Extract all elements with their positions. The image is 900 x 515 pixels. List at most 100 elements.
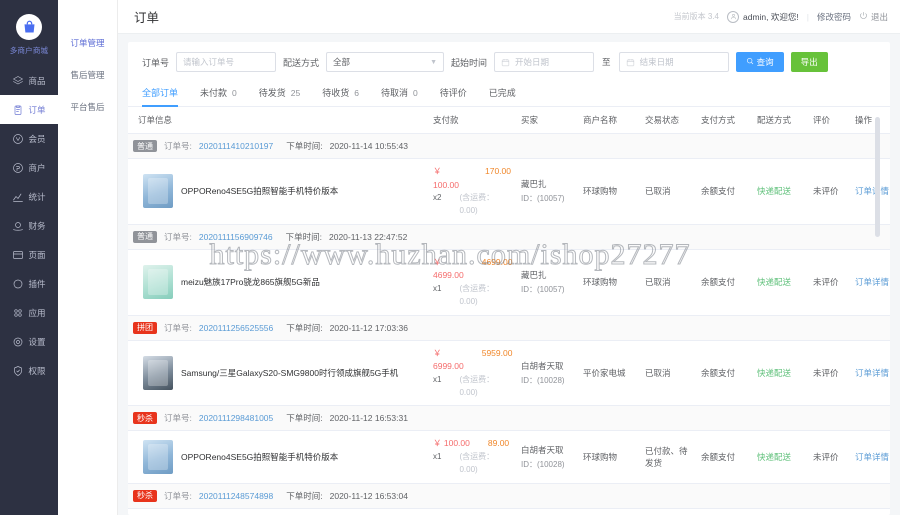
cell-ship-type: 快递配送	[752, 508, 808, 515]
order-detail-link[interactable]: 订单详情	[855, 186, 889, 196]
cell-pay-type: 余额支付	[696, 508, 752, 515]
cell-pay-type: 余额支付	[696, 430, 752, 484]
filter-bar: 订单号 请输入订单号 配送方式 全部 ▼ 起始时间 开始日期 至 结束日期 查询…	[128, 42, 890, 80]
end-date-input[interactable]: 结束日期	[618, 52, 729, 72]
order-type-badge: 普通	[133, 140, 157, 152]
column-header-8: 评价	[808, 107, 850, 134]
tab-5[interactable]: 待取消 0	[381, 82, 418, 106]
sidebar-item-label: 订单	[28, 104, 46, 115]
search-button[interactable]: 查询	[735, 52, 784, 72]
brand[interactable]: 多商户商城	[10, 8, 49, 66]
topbar: 订单 当前版本 3.4 admin, 欢迎您! | 修改密码 退出	[118, 0, 900, 34]
order-type-badge: 秒杀	[133, 412, 157, 425]
sidebar-item-7[interactable]: 页面	[0, 240, 58, 269]
order-header-row: 拼团 订单号: 2020111256525556 下单时间: 2020-11-12 17…	[128, 315, 890, 341]
sidebar-item-6[interactable]: 财务	[0, 211, 58, 240]
tab-3[interactable]: 待发货 25	[259, 82, 300, 106]
search-icon	[746, 57, 754, 67]
cell-order-info: OPPOReno4SE5G拍照智能手机特价版本	[128, 430, 428, 484]
cell-trade-status: 已取消	[640, 340, 696, 407]
sidebar-item-label: 会员	[28, 133, 46, 144]
cell-pay-type: 余额支付	[696, 340, 752, 407]
tab-count: 0	[413, 87, 418, 98]
tab-count: 6	[354, 87, 359, 98]
order-management-page: 多商户商城 商品订单会员商户 统计 财务页面插件应用 设置 权限 订单管理售后管理平台售…	[0, 0, 900, 515]
export-button[interactable]: 导出	[790, 52, 828, 72]
order-detail-link[interactable]: 订单详情	[855, 452, 889, 462]
order-detail-link[interactable]: 订单详情	[855, 277, 889, 287]
tab-count: 0	[232, 87, 237, 98]
order-type-badge: 普通	[133, 230, 157, 243]
tab-label: 未付款	[200, 88, 228, 98]
logout-button[interactable]: 退出	[859, 11, 888, 23]
quantity: x1	[433, 283, 442, 293]
order-no-label: 订单号	[142, 57, 170, 68]
submenu-item-2[interactable]: 售后管理	[58, 62, 117, 88]
chevron-down-icon: ▼	[430, 58, 438, 66]
order-no-value[interactable]: 2020111248574898	[199, 491, 273, 501]
product-name: meizu魅族17Pro骁龙865旗舰5G新品	[181, 277, 320, 288]
sidebar-item-9[interactable]: 应用	[0, 298, 58, 327]
total-price: 170.00	[485, 166, 511, 176]
column-header-3: 买家	[516, 107, 578, 134]
sidebar-item-label: 页面	[28, 249, 46, 260]
brand-name: 多商户商城	[9, 46, 49, 55]
sidebar-item-1[interactable]: 商品	[0, 66, 58, 95]
unit-price: ￥ 6999.00	[433, 347, 464, 372]
cell-shop: 环球购物	[578, 430, 640, 484]
sidebar-item-10[interactable]: 设置	[0, 327, 58, 356]
tab-4[interactable]: 待收货 6	[322, 82, 359, 106]
table-row: OPPOReno4SE5G拍照智能手机特价版本￥ 100.0089.00x1(含…	[128, 430, 890, 484]
orders-table: 订单信息 支付款 买家 商户名称 交易状态 支付方式 配送方式 评价 操作 普通 订单号: 2020…	[128, 107, 890, 515]
user-chip[interactable]: admin, 欢迎您!	[727, 10, 799, 23]
search-label: 查询	[756, 57, 774, 67]
cell-shop: 环球购物	[578, 249, 640, 316]
order-time-label: 下单时间:	[286, 490, 323, 501]
cell-pay-type: 余额支付	[696, 158, 752, 225]
table-row: meizu魅族17Pro骁龙865旗舰5G新品 ￥ 4699.00 4699.00 x…	[128, 249, 890, 316]
sidebar-item-3[interactable]: 会员	[0, 124, 58, 153]
finance-icon	[12, 220, 24, 232]
freight-note: (含运费：0.00)	[459, 451, 495, 474]
tab-label: 待发货	[258, 88, 286, 98]
sidebar-item-5[interactable]: 统计	[0, 182, 58, 211]
order-no-value[interactable]: 2020111156909746	[199, 232, 273, 242]
change-password-link[interactable]: 修改密码	[817, 11, 851, 23]
tab-6[interactable]: 待评价	[440, 82, 467, 106]
submenu-item-3[interactable]: 平台售后	[58, 94, 117, 120]
tab-label: 全部订单	[142, 88, 179, 98]
cell-payment: ￥ 6999.00 5959.00 x1 (含运费：0.00)	[428, 340, 516, 407]
start-date-input[interactable]: 开始日期	[494, 52, 595, 72]
order-no-value[interactable]: 2020111256525556	[199, 323, 273, 333]
ship-method-select[interactable]: 全部 ▼	[326, 52, 445, 72]
sidebar-item-label: 插件	[28, 278, 46, 289]
vertical-scrollbar[interactable]	[875, 117, 880, 237]
puzzle-circle-icon	[12, 278, 24, 290]
sidebar-item-11[interactable]: 权限	[0, 356, 58, 385]
tab-1[interactable]: 全部订单	[142, 82, 179, 107]
table-row: OPPOReno4SE5G拍照智能手机特价版本￥ 100.0089.00x1(含…	[128, 508, 890, 515]
order-no-value[interactable]: 2020111410210197	[199, 141, 273, 151]
shop-name: 环球购物	[583, 451, 618, 462]
topbar-divider: |	[806, 11, 809, 22]
tab-7[interactable]: 已完成	[489, 82, 516, 106]
table-header-row: 订单信息 支付款 买家 商户名称 交易状态 支付方式 配送方式 评价 操作	[128, 107, 890, 134]
tab-2[interactable]: 未付款 0	[200, 82, 237, 106]
version-text: 当前版本 3.4	[673, 12, 719, 21]
order-no-input[interactable]: 请输入订单号	[176, 52, 277, 72]
main-area: 订单 当前版本 3.4 admin, 欢迎您! | 修改密码 退出 订单号 请输…	[118, 0, 900, 515]
sidebar-item-4[interactable]: 商户	[0, 153, 58, 182]
cell-payment: ￥ 100.0089.00x1(含运费：0.00)	[428, 508, 516, 515]
sidebar-item-8[interactable]: 插件	[0, 269, 58, 298]
pay-type: 余额支付	[701, 186, 736, 197]
rating-status: 未评价	[813, 277, 839, 288]
order-detail-link[interactable]: 订单详情	[855, 368, 889, 378]
ship-type: 快递配送	[757, 367, 792, 378]
cell-order-info: OPPOReno4SE5G拍照智能手机特价版本	[128, 508, 428, 515]
cell-pay-type: 余额支付	[696, 249, 752, 316]
start-time-label: 起始时间	[451, 57, 488, 68]
order-no-value[interactable]: 2020111298481005	[199, 413, 273, 423]
submenu-item-1[interactable]: 订单管理	[58, 30, 117, 56]
sidebar-item-2[interactable]: 订单	[0, 95, 58, 124]
pay-type: 余额支付	[701, 451, 736, 462]
